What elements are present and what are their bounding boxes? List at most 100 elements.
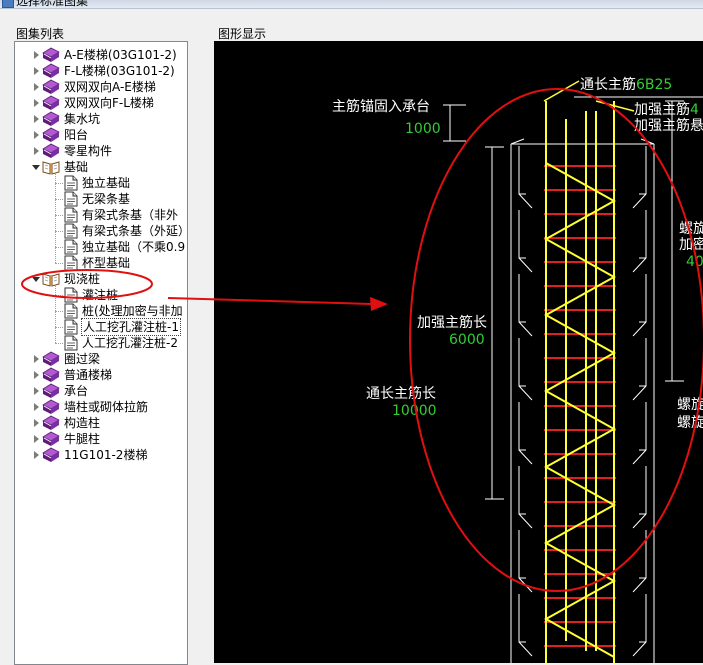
through-bar-label: 通长主筋6B25: [580, 76, 672, 93]
reinf-length-value: 6000: [449, 332, 485, 348]
tree-node[interactable]: 承台: [15, 383, 185, 399]
tree-node-label: 双网双向A-E楼梯: [64, 80, 156, 94]
tree-node[interactable]: 圈过梁: [15, 351, 185, 367]
atlas-list-label: 图集列表: [16, 27, 65, 41]
reinf-length-label: 加强主筋长: [417, 314, 487, 331]
window-title: 选择标准图集: [16, 0, 89, 8]
tree-node-label: A-E楼梯(03G101-2): [64, 48, 177, 62]
tree-node-label: 双网双向F-L楼梯: [64, 96, 154, 110]
pile-segment-left: [518, 594, 533, 657]
tree-node[interactable]: 阳台: [15, 127, 185, 143]
expand-arrow-icon[interactable]: [34, 371, 39, 379]
pile-segment-right: [632, 274, 647, 337]
expand-arrow-icon[interactable]: [34, 99, 39, 107]
tree-node-label: 11G101-2楼梯: [64, 448, 148, 462]
tree-node-label: 墙柱或砌体拉筋: [64, 400, 149, 414]
expand-arrow-icon[interactable]: [34, 419, 39, 427]
tree-leaf-label: 无梁条基: [82, 192, 131, 206]
book-icon: [42, 447, 60, 467]
tree-node[interactable]: 双网双向F-L楼梯: [15, 95, 185, 111]
pile-segment-left: [518, 530, 533, 593]
tree-node[interactable]: 牛腿柱: [15, 431, 185, 447]
tree-node-label: 构造柱: [64, 416, 101, 430]
expand-arrow-icon[interactable]: [34, 51, 39, 59]
spiral-label-4: 螺旋: [677, 415, 703, 431]
tree-leaf-label: 有梁式条基（非外: [82, 208, 179, 222]
tree-node[interactable]: 普通楼梯: [15, 367, 185, 383]
atlas-tree[interactable]: A-E楼梯(03G101-2) F-L楼梯(03G101-2) 双网双向A-E楼梯双…: [14, 41, 188, 665]
tree-node[interactable]: 集水坑: [15, 111, 185, 127]
spiral-label-1: 螺旋: [679, 221, 703, 237]
expand-arrow-icon[interactable]: [34, 403, 39, 411]
tree-node[interactable]: 构造柱: [15, 415, 185, 431]
tree-node[interactable]: 零星构件: [15, 143, 185, 159]
expand-arrow-icon[interactable]: [34, 147, 39, 155]
pile-segment-left: [518, 466, 533, 529]
tree-node-label: 集水坑: [64, 112, 101, 126]
collapse-arrow-icon[interactable]: [32, 277, 40, 282]
pile-top-edge: [640, 138, 655, 145]
tree-leaf[interactable]: 独立基础: [15, 175, 185, 191]
spiral-label-3: 螺旋: [677, 397, 703, 413]
pile-top-edge: [510, 138, 525, 145]
expand-arrow-icon[interactable]: [34, 115, 39, 123]
expand-arrow-icon[interactable]: [34, 387, 39, 395]
through-length-value: 10000: [392, 403, 437, 419]
tree-leaf[interactable]: 灌注桩: [15, 287, 185, 303]
tree-leaf-label: 有梁式条基（外延）: [82, 224, 188, 238]
expand-arrow-icon[interactable]: [34, 355, 39, 363]
tree-node[interactable]: 墙柱或砌体拉筋: [15, 399, 185, 415]
rebar-leader-line: [543, 80, 580, 102]
expand-arrow-icon[interactable]: [34, 131, 39, 139]
pile-segment-left: [518, 210, 533, 273]
tree-node-label: 零星构件: [64, 144, 113, 158]
tree-node-label: 阳台: [64, 128, 89, 142]
anchor-label: 主筋锚固入承台: [332, 98, 430, 115]
tree-node[interactable]: F-L楼梯(03G101-2): [15, 63, 185, 79]
expand-arrow-icon[interactable]: [34, 451, 39, 459]
tree-node[interactable]: A-E楼梯(03G101-2): [15, 47, 185, 63]
tree-node-label: 普通楼梯: [64, 368, 113, 382]
tree-node-label: 基础: [64, 160, 89, 174]
tree-leaf[interactable]: 杯型基础: [15, 255, 185, 271]
pile-segment-right: [632, 402, 647, 465]
tree-leaf-label: 人工挖孔灌注桩-2: [82, 336, 178, 350]
through-length-label: 通长主筋长: [366, 385, 436, 402]
tree-node-label: 圈过梁: [64, 352, 101, 366]
expand-arrow-icon[interactable]: [34, 83, 39, 91]
pile-segment-left: [518, 274, 533, 337]
tree-leaf[interactable]: 无梁条基: [15, 191, 185, 207]
tree-node-label: 牛腿柱: [64, 432, 101, 446]
reinf-bar-label-1: 加强主筋4: [634, 101, 699, 118]
tree-leaf-label: 灌注桩: [82, 288, 119, 302]
spiral-label-2: 加密: [679, 236, 703, 253]
pile-segment-right: [632, 338, 647, 401]
graphic-display-label: 图形显示: [218, 27, 267, 41]
tree-node[interactable]: 11G101-2楼梯: [15, 447, 185, 463]
pile-segment-left: [518, 146, 533, 209]
tree-leaf[interactable]: 桩(处理加密与非加: [15, 303, 185, 319]
collapse-arrow-icon[interactable]: [32, 165, 40, 170]
tree-node-label: F-L楼梯(03G101-2): [64, 64, 175, 78]
tree-leaf[interactable]: 独立基础（不乘0.9: [15, 239, 185, 255]
tree-leaf[interactable]: 有梁式条基（非外: [15, 207, 185, 223]
tree-node[interactable]: 基础: [15, 159, 185, 175]
pile-segment-right: [632, 210, 647, 273]
tree-leaf-label: 杯型基础: [82, 256, 131, 270]
tree-leaf-label: 独立基础: [82, 176, 131, 190]
tree-leaf[interactable]: 有梁式条基（外延）: [15, 223, 188, 239]
anchor-value: 1000: [405, 121, 441, 137]
pile-segment-right: [632, 466, 647, 529]
expand-arrow-icon[interactable]: [34, 435, 39, 443]
tree-leaf[interactable]: 人工挖孔灌注桩-2: [15, 335, 185, 351]
tree-leaf[interactable]: 人工挖孔灌注桩-1: [15, 318, 185, 336]
pile-segment-right: [632, 594, 647, 657]
expand-arrow-icon[interactable]: [34, 67, 39, 75]
pile-segment-right: [632, 530, 647, 593]
tree-node[interactable]: 现浇桩: [15, 271, 185, 287]
tree-leaf-label: 独立基础（不乘0.9: [82, 240, 186, 254]
tree-node-label: 现浇桩: [64, 272, 101, 286]
tree-node[interactable]: 双网双向A-E楼梯: [15, 79, 185, 95]
tree-node-label: 承台: [64, 384, 89, 398]
graphic-display-canvas: 通长主筋6B25 主筋锚固入承台 1000 加强主筋4 加强主筋悬 加强主筋长 …: [214, 41, 703, 663]
